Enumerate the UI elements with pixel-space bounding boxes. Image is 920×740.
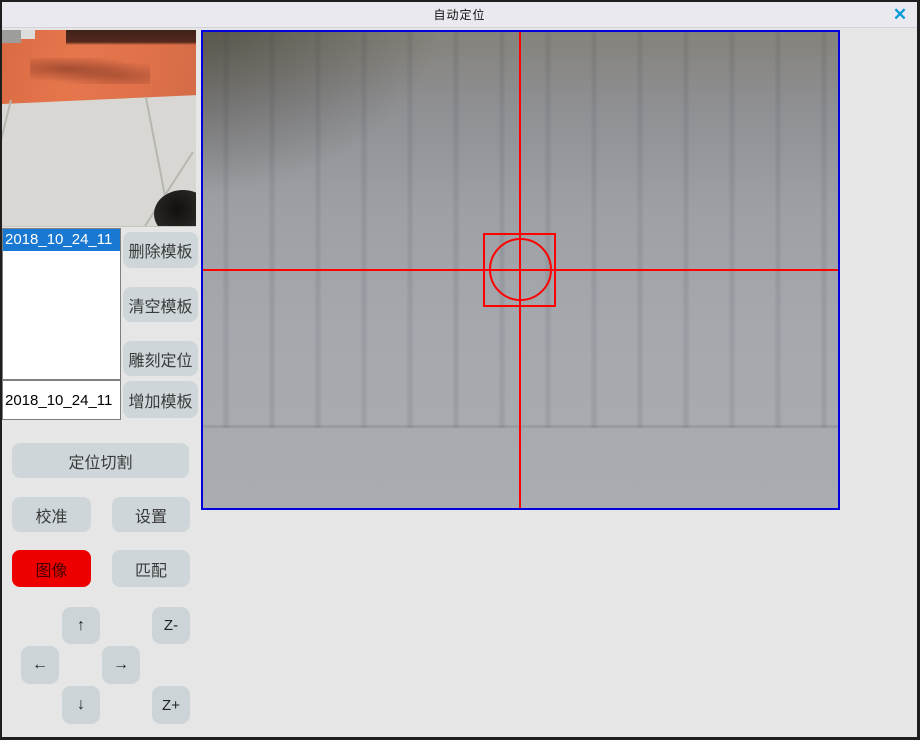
clear-templates-button[interactable]: 清空模板 [123, 287, 198, 322]
list-item[interactable]: 2018_10_24_11 [3, 229, 120, 251]
match-button[interactable]: 匹配 [112, 550, 190, 587]
preview-white-patch [21, 30, 35, 39]
image-button[interactable]: 图像 [12, 550, 91, 587]
template-name-input[interactable] [2, 380, 121, 420]
add-template-button[interactable]: 增加模板 [123, 381, 198, 418]
jog-up-button[interactable]: ↑ [62, 607, 100, 644]
camera-viewport[interactable] [201, 30, 840, 510]
preview-dark-band [66, 30, 196, 45]
preview-tile-line [2, 100, 12, 161]
close-icon[interactable]: ✕ [889, 5, 911, 25]
engrave-position-button[interactable]: 雕刻定位 [123, 341, 198, 376]
template-preview-image [2, 30, 196, 227]
settings-button[interactable]: 设置 [112, 497, 190, 532]
preview-gray-patch [2, 30, 21, 43]
jog-right-button[interactable]: → [102, 646, 140, 684]
delete-template-button[interactable]: 删除模板 [123, 232, 198, 268]
z-minus-button[interactable]: Z- [152, 607, 190, 644]
preview-dark-blob [154, 190, 196, 227]
jog-left-button[interactable]: ← [21, 646, 59, 684]
calibrate-button[interactable]: 校准 [12, 497, 91, 532]
position-cut-button[interactable]: 定位切割 [12, 443, 189, 478]
template-list[interactable]: 2018_10_24_11 [2, 228, 121, 380]
target-circle-overlay [489, 238, 552, 301]
z-plus-button[interactable]: Z+ [152, 686, 190, 724]
auto-position-dialog: 自动定位 ✕ 2018_10_24_11 删除模板 清空模板 雕刻定位 增加模板… [0, 0, 920, 740]
preview-smudge [30, 58, 150, 84]
title-bar: 自动定位 ✕ [2, 2, 917, 28]
jog-down-button[interactable]: ↓ [62, 686, 100, 724]
window-title: 自动定位 [433, 6, 485, 23]
